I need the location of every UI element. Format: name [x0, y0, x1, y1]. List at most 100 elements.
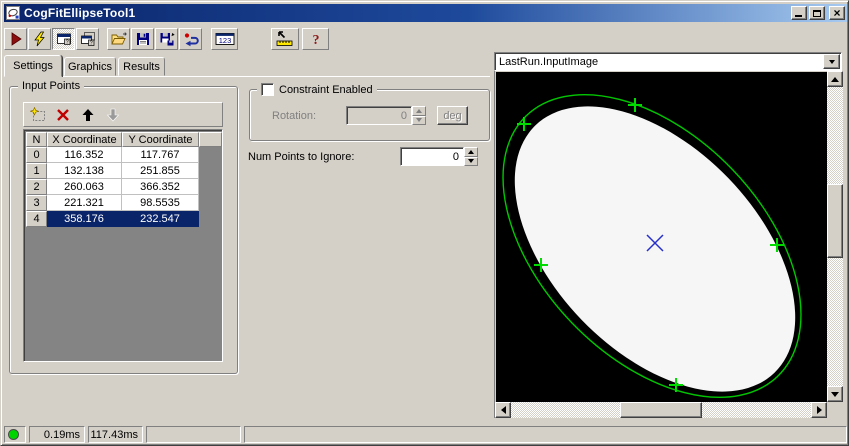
input-points-group: Input Points N X Coordinate Y Coordinate… — [9, 80, 238, 374]
num-points-spinner[interactable] — [464, 147, 478, 166]
deg-button[interactable]: deg — [437, 106, 468, 125]
tab-settings[interactable]: Settings — [4, 55, 62, 77]
float-controls-window-icon: ? — [80, 32, 95, 47]
spin-up-icon — [468, 149, 474, 154]
svg-text:?: ? — [312, 33, 319, 47]
row-header[interactable]: 0 — [26, 147, 47, 163]
tab-graphics-label: Graphics — [67, 60, 113, 73]
vertical-scrollbar[interactable] — [827, 71, 843, 402]
tab-page-edge — [4, 76, 490, 77]
column-header-y[interactable]: Y Coordinate — [122, 132, 199, 147]
table-row[interactable]: 0 116.352 117.767 — [26, 147, 222, 163]
vertical-scroll-thumb[interactable] — [827, 184, 843, 258]
window-title: CogFitEllipseTool1 — [24, 6, 136, 20]
tab-graphics[interactable]: Graphics — [64, 57, 116, 76]
dropdown-button[interactable] — [823, 54, 840, 69]
close-button[interactable]: × — [829, 6, 845, 20]
num-points-value: 0 — [452, 150, 459, 163]
app-ellipse-icon — [6, 6, 20, 20]
spin-down-icon — [468, 159, 474, 164]
num-points-spin-up[interactable] — [464, 147, 478, 157]
reset-icon — [184, 33, 199, 47]
move-point-up-button[interactable] — [79, 106, 97, 124]
open-button[interactable] — [107, 28, 130, 50]
rotation-spin-down[interactable] — [412, 115, 426, 125]
scroll-right-button[interactable] — [811, 402, 827, 418]
y-coordinate-cell[interactable]: 117.767 — [122, 147, 199, 163]
rotation-spinner[interactable] — [412, 106, 426, 125]
delete-point-icon — [57, 108, 69, 121]
constraint-enabled-checkbox[interactable] — [261, 83, 274, 96]
deg-button-label: deg — [443, 109, 462, 122]
spin-up-icon — [416, 108, 422, 113]
column-header-n[interactable]: N — [26, 132, 47, 147]
rotation-input[interactable]: 0 — [346, 106, 412, 125]
status-total-time-panel: 117.43ms — [88, 426, 143, 443]
float-results-window-button[interactable]: ? — [52, 28, 75, 50]
y-coordinate-cell[interactable]: 251.855 — [122, 163, 199, 179]
scroll-left-button[interactable] — [495, 402, 511, 418]
numeric-results-button[interactable]: 123 — [211, 28, 238, 50]
minimize-button[interactable] — [791, 6, 807, 20]
maximize-button[interactable] — [809, 6, 825, 20]
input-points-grid[interactable]: N X Coordinate Y Coordinate 0 116.352 117.… — [23, 129, 223, 362]
horizontal-scroll-thumb[interactable] — [620, 402, 702, 418]
x-coordinate-cell[interactable]: 358.176 — [47, 211, 122, 227]
help-button[interactable]: ? — [302, 28, 329, 50]
reset-button[interactable] — [179, 28, 202, 50]
x-coordinate-cell[interactable]: 116.352 — [47, 147, 122, 163]
x-coordinate-cell[interactable]: 132.138 — [47, 163, 122, 179]
row-header[interactable]: 3 — [26, 195, 47, 211]
status-panel-3 — [146, 426, 241, 443]
move-point-down-button[interactable] — [104, 106, 122, 124]
tab-results-label: Results — [123, 60, 160, 73]
rotation-label: Rotation: — [272, 110, 317, 122]
status-led-icon — [7, 429, 19, 440]
electric-run-button[interactable] — [28, 28, 51, 50]
titlebar[interactable]: CogFitEllipseTool1 × — [4, 4, 847, 22]
row-header[interactable]: 2 — [26, 179, 47, 195]
row-filler — [199, 195, 222, 211]
image-display[interactable] — [496, 72, 827, 402]
image-record-selector[interactable]: LastRun.InputImage — [494, 52, 842, 71]
row-filler — [199, 147, 222, 163]
table-row[interactable]: 1 132.138 251.855 — [26, 163, 222, 179]
horizontal-scrollbar[interactable] — [495, 402, 827, 418]
tab-results[interactable]: Results — [118, 57, 165, 76]
row-header[interactable]: 1 — [26, 163, 47, 179]
column-header-x[interactable]: X Coordinate — [47, 132, 122, 147]
y-coordinate-cell[interactable]: 366.352 — [122, 179, 199, 195]
row-filler — [199, 163, 222, 179]
scroll-down-button[interactable] — [827, 386, 843, 402]
table-row[interactable]: 2 260.063 366.352 — [26, 179, 222, 195]
y-coordinate-cell[interactable]: 98.5535 — [122, 195, 199, 211]
input-points-grid-rows: 0 116.352 117.767 1 132.138 251.855 2 260.063 36… — [26, 147, 222, 227]
save-as-icon — [160, 32, 175, 46]
input-point-cross-marker — [517, 117, 531, 131]
run-button[interactable] — [4, 28, 27, 50]
rotation-value: 0 — [400, 109, 407, 122]
move-up-icon — [82, 108, 94, 121]
y-coordinate-cell[interactable]: 232.547 — [122, 211, 199, 227]
table-row[interactable]: 4 358.176 232.547 — [26, 211, 222, 227]
electric-run-icon — [33, 31, 45, 47]
table-row[interactable]: 3 221.321 98.5535 — [26, 195, 222, 211]
save-button[interactable] — [131, 28, 154, 50]
num-points-spin-down[interactable] — [464, 156, 478, 166]
close-icon: × — [833, 5, 841, 20]
help-icon: ? — [312, 33, 319, 47]
row-header[interactable]: 4 — [26, 211, 47, 227]
x-coordinate-cell[interactable]: 221.321 — [47, 195, 122, 211]
pointer-ruler-button[interactable] — [271, 28, 299, 50]
delete-point-button[interactable] — [54, 106, 72, 124]
input-points-toolbar — [23, 102, 223, 127]
num-points-input[interactable]: 0 — [400, 147, 464, 166]
chevron-down-icon — [828, 59, 835, 64]
scroll-up-button[interactable] — [827, 71, 843, 87]
x-coordinate-cell[interactable]: 260.063 — [47, 179, 122, 195]
rotation-spin-up[interactable] — [412, 106, 426, 116]
add-point-button[interactable] — [29, 106, 47, 124]
float-controls-window-button[interactable]: ? — [76, 28, 99, 50]
save-as-button[interactable] — [155, 28, 178, 50]
float-results-window-icon: ? — [56, 33, 71, 46]
